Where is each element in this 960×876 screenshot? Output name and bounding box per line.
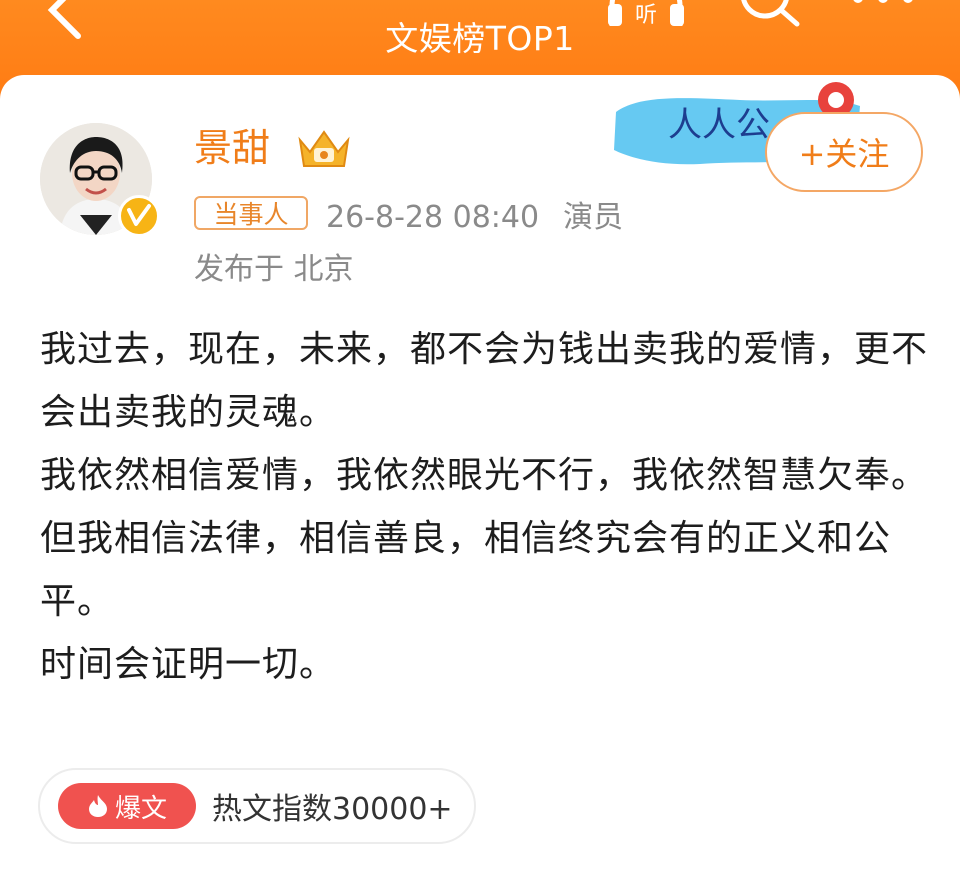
follow-button[interactable]: +关注 xyxy=(765,112,923,192)
post-paragraph: 时间会证明一切。 xyxy=(40,644,337,685)
search-icon[interactable] xyxy=(735,0,805,28)
post-content: 我过去，现在，未来，都不会为钱出卖我的爱情，更不会出卖我的灵魂。 我依然相信爱情… xyxy=(40,318,930,696)
hot-index-pill[interactable]: 爆文 热文指数30000+ xyxy=(38,768,476,844)
listen-label: 听 xyxy=(635,3,657,26)
flame-icon xyxy=(88,795,107,817)
post-paragraph: 但我相信法律，相信善良，相信终究会有的正义和公平。 xyxy=(40,518,892,622)
role-tag: 当事人 xyxy=(194,196,308,230)
banner-text: 人人公 xyxy=(668,105,770,145)
author-role: 演员 xyxy=(563,200,624,235)
hot-badge-label: 爆文 xyxy=(114,793,167,824)
post-location: 发布于 北京 xyxy=(194,252,354,287)
page-title: 文娱榜TOP1 xyxy=(385,19,575,58)
hot-index-text: 热文指数30000+ xyxy=(212,792,453,827)
listen-icon[interactable]: 听 xyxy=(606,0,686,26)
post-paragraph: 我过去，现在，未来，都不会为钱出卖我的爱情，更不会出卖我的灵魂。 xyxy=(40,329,929,433)
more-icon[interactable] xyxy=(848,0,918,8)
post-paragraph: 我依然相信爱情，我依然眼光不行，我依然智慧欠奉。 xyxy=(40,455,929,496)
hot-badge: 爆文 xyxy=(58,783,196,829)
post-timestamp: 26-8-28 08:40 xyxy=(326,200,540,235)
author-name[interactable]: 景甜 xyxy=(194,124,270,172)
crown-icon xyxy=(298,130,350,167)
verified-badge-icon xyxy=(118,195,160,237)
post-meta: 26-8-28 08:40 演员 xyxy=(326,192,623,236)
